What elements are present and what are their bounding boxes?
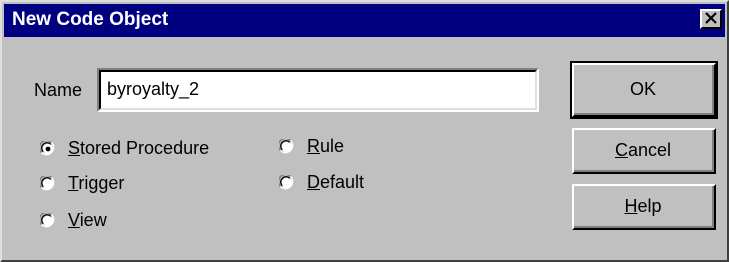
help-button[interactable]: Help [572, 184, 716, 230]
close-button[interactable] [700, 9, 722, 29]
ok-button-label: OK [629, 78, 656, 99]
radio-unselected-icon [279, 174, 294, 189]
title-bar[interactable]: New Code Object [4, 4, 725, 37]
radio-selected-icon [40, 140, 55, 155]
name-input-value: byroyalty_2 [107, 79, 200, 99]
close-icon [705, 12, 717, 24]
ok-button[interactable]: OK [570, 61, 718, 119]
radio-trigger[interactable]: Trigger [40, 173, 124, 194]
cancel-button-label: Cancel [614, 139, 672, 160]
radio-unselected-icon [40, 175, 55, 190]
radio-view[interactable]: View [40, 210, 107, 231]
radio-rule[interactable]: Rule [279, 136, 344, 157]
name-input[interactable]: byroyalty_2 [97, 68, 539, 112]
cancel-button[interactable]: Cancel [572, 128, 716, 174]
radio-unselected-icon [279, 138, 294, 153]
radio-unselected-icon [40, 212, 55, 227]
new-code-object-dialog: New Code Object Name byroyalty_2 Stored … [0, 0, 729, 262]
help-button-label: Help [624, 195, 662, 216]
dialog-title: New Code Object [12, 9, 169, 30]
radio-stored-procedure[interactable]: Stored Procedure [40, 138, 209, 159]
radio-default[interactable]: Default [279, 172, 364, 193]
name-label: Name [34, 80, 83, 100]
